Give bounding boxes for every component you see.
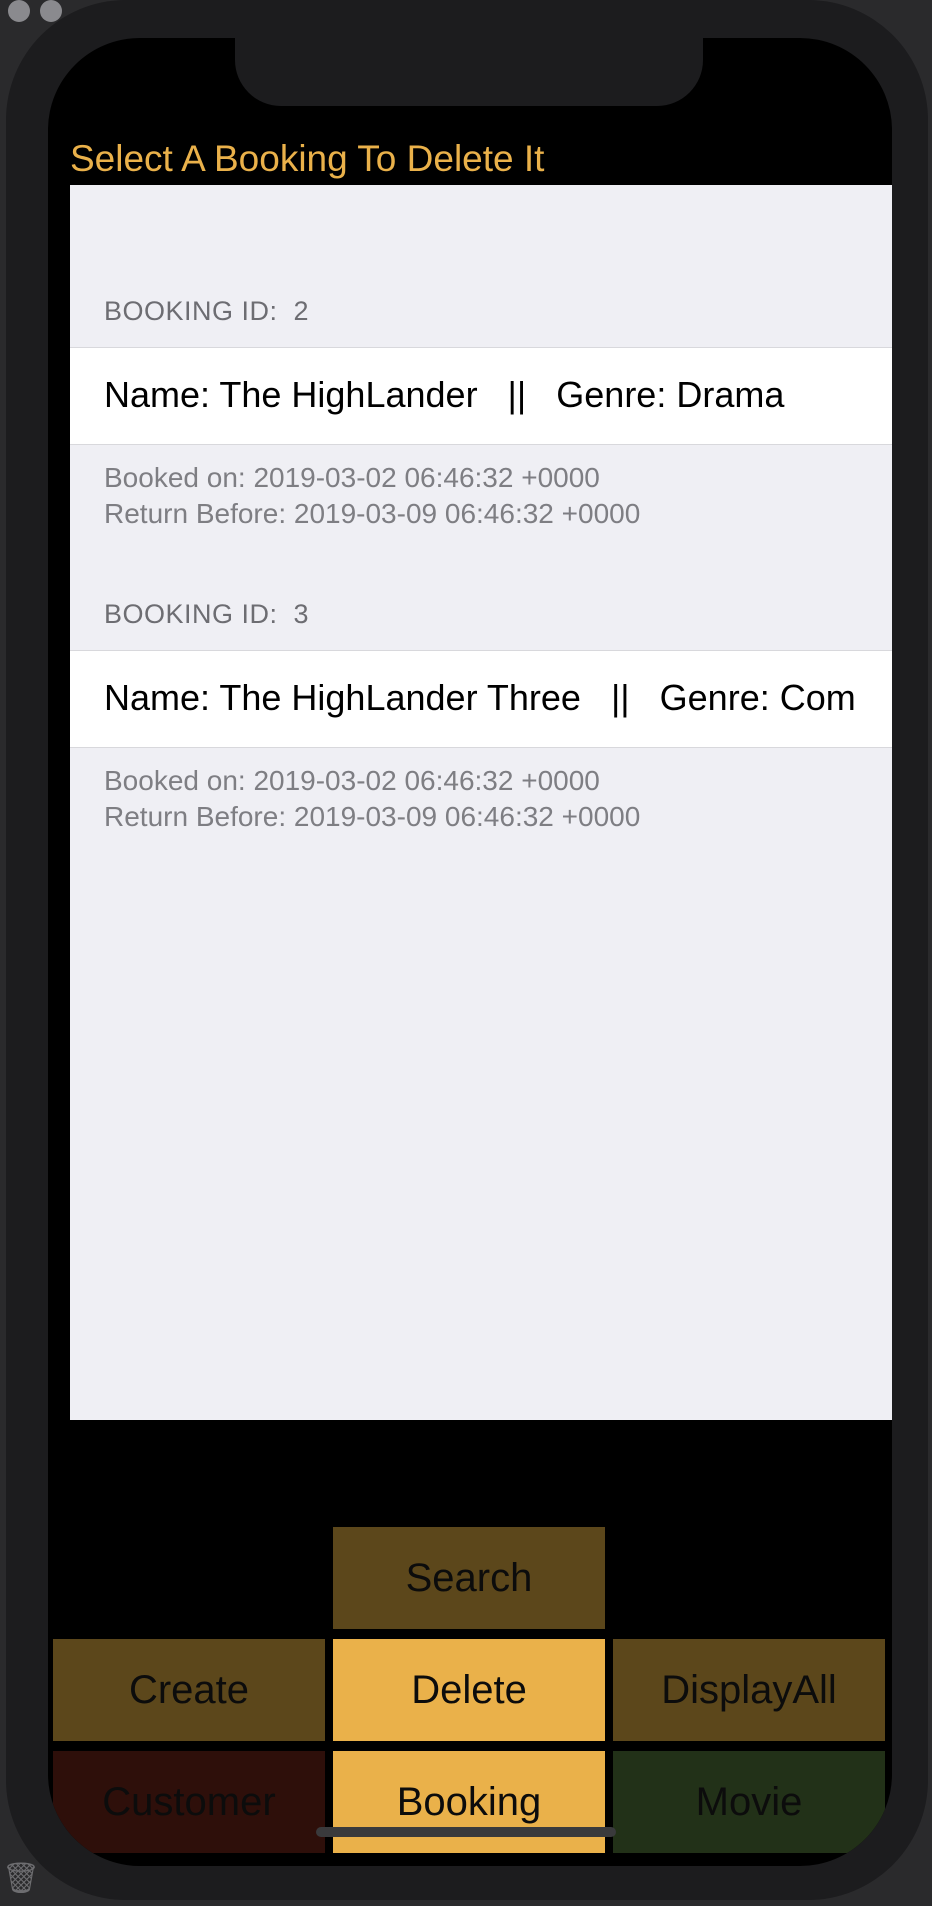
return-before-text: Return Before: 2019-03-09 06:46:32 +0000 xyxy=(104,801,641,832)
trash-icon[interactable]: 🗑 xyxy=(2,1861,40,1896)
create-button[interactable]: Create xyxy=(53,1639,325,1741)
bookings-table[interactable]: BOOKING ID: 2 Name: The HighLander || Ge… xyxy=(70,185,892,1420)
device-notch xyxy=(235,38,703,106)
customer-tab-button[interactable]: Customer xyxy=(53,1751,325,1853)
display-all-button[interactable]: DisplayAll xyxy=(613,1639,885,1741)
booking-id-header: BOOKING ID: 3 xyxy=(104,599,310,629)
booking-tab-button[interactable]: Booking xyxy=(333,1751,605,1853)
return-before-text: Return Before: 2019-03-09 06:46:32 +0000 xyxy=(104,498,641,529)
booking-row[interactable]: Name: The HighLander Three || Genre: Com xyxy=(70,650,892,748)
phone-frame: Select A Booking To Delete It BOOKING ID… xyxy=(6,0,928,1900)
phone-screen: Select A Booking To Delete It BOOKING ID… xyxy=(48,38,892,1866)
booking-row[interactable]: Name: The HighLander || Genre: Drama xyxy=(70,347,892,445)
screen-title: Select A Booking To Delete It xyxy=(70,138,545,179)
home-indicator[interactable] xyxy=(316,1827,616,1837)
window-control-dot[interactable] xyxy=(8,0,30,22)
booked-on-text: Booked on: 2019-03-02 06:46:32 +0000 xyxy=(104,765,600,796)
search-button[interactable]: Search xyxy=(333,1527,605,1629)
delete-button[interactable]: Delete xyxy=(333,1639,605,1741)
booking-title: Name: The HighLander Three || Genre: Com xyxy=(104,677,856,718)
booking-id-header: BOOKING ID: 2 xyxy=(104,296,310,326)
movie-tab-button[interactable]: Movie xyxy=(613,1751,885,1853)
booked-on-text: Booked on: 2019-03-02 06:46:32 +0000 xyxy=(104,462,600,493)
window-control-dot[interactable] xyxy=(40,0,62,22)
booking-title: Name: The HighLander || Genre: Drama xyxy=(104,374,785,415)
